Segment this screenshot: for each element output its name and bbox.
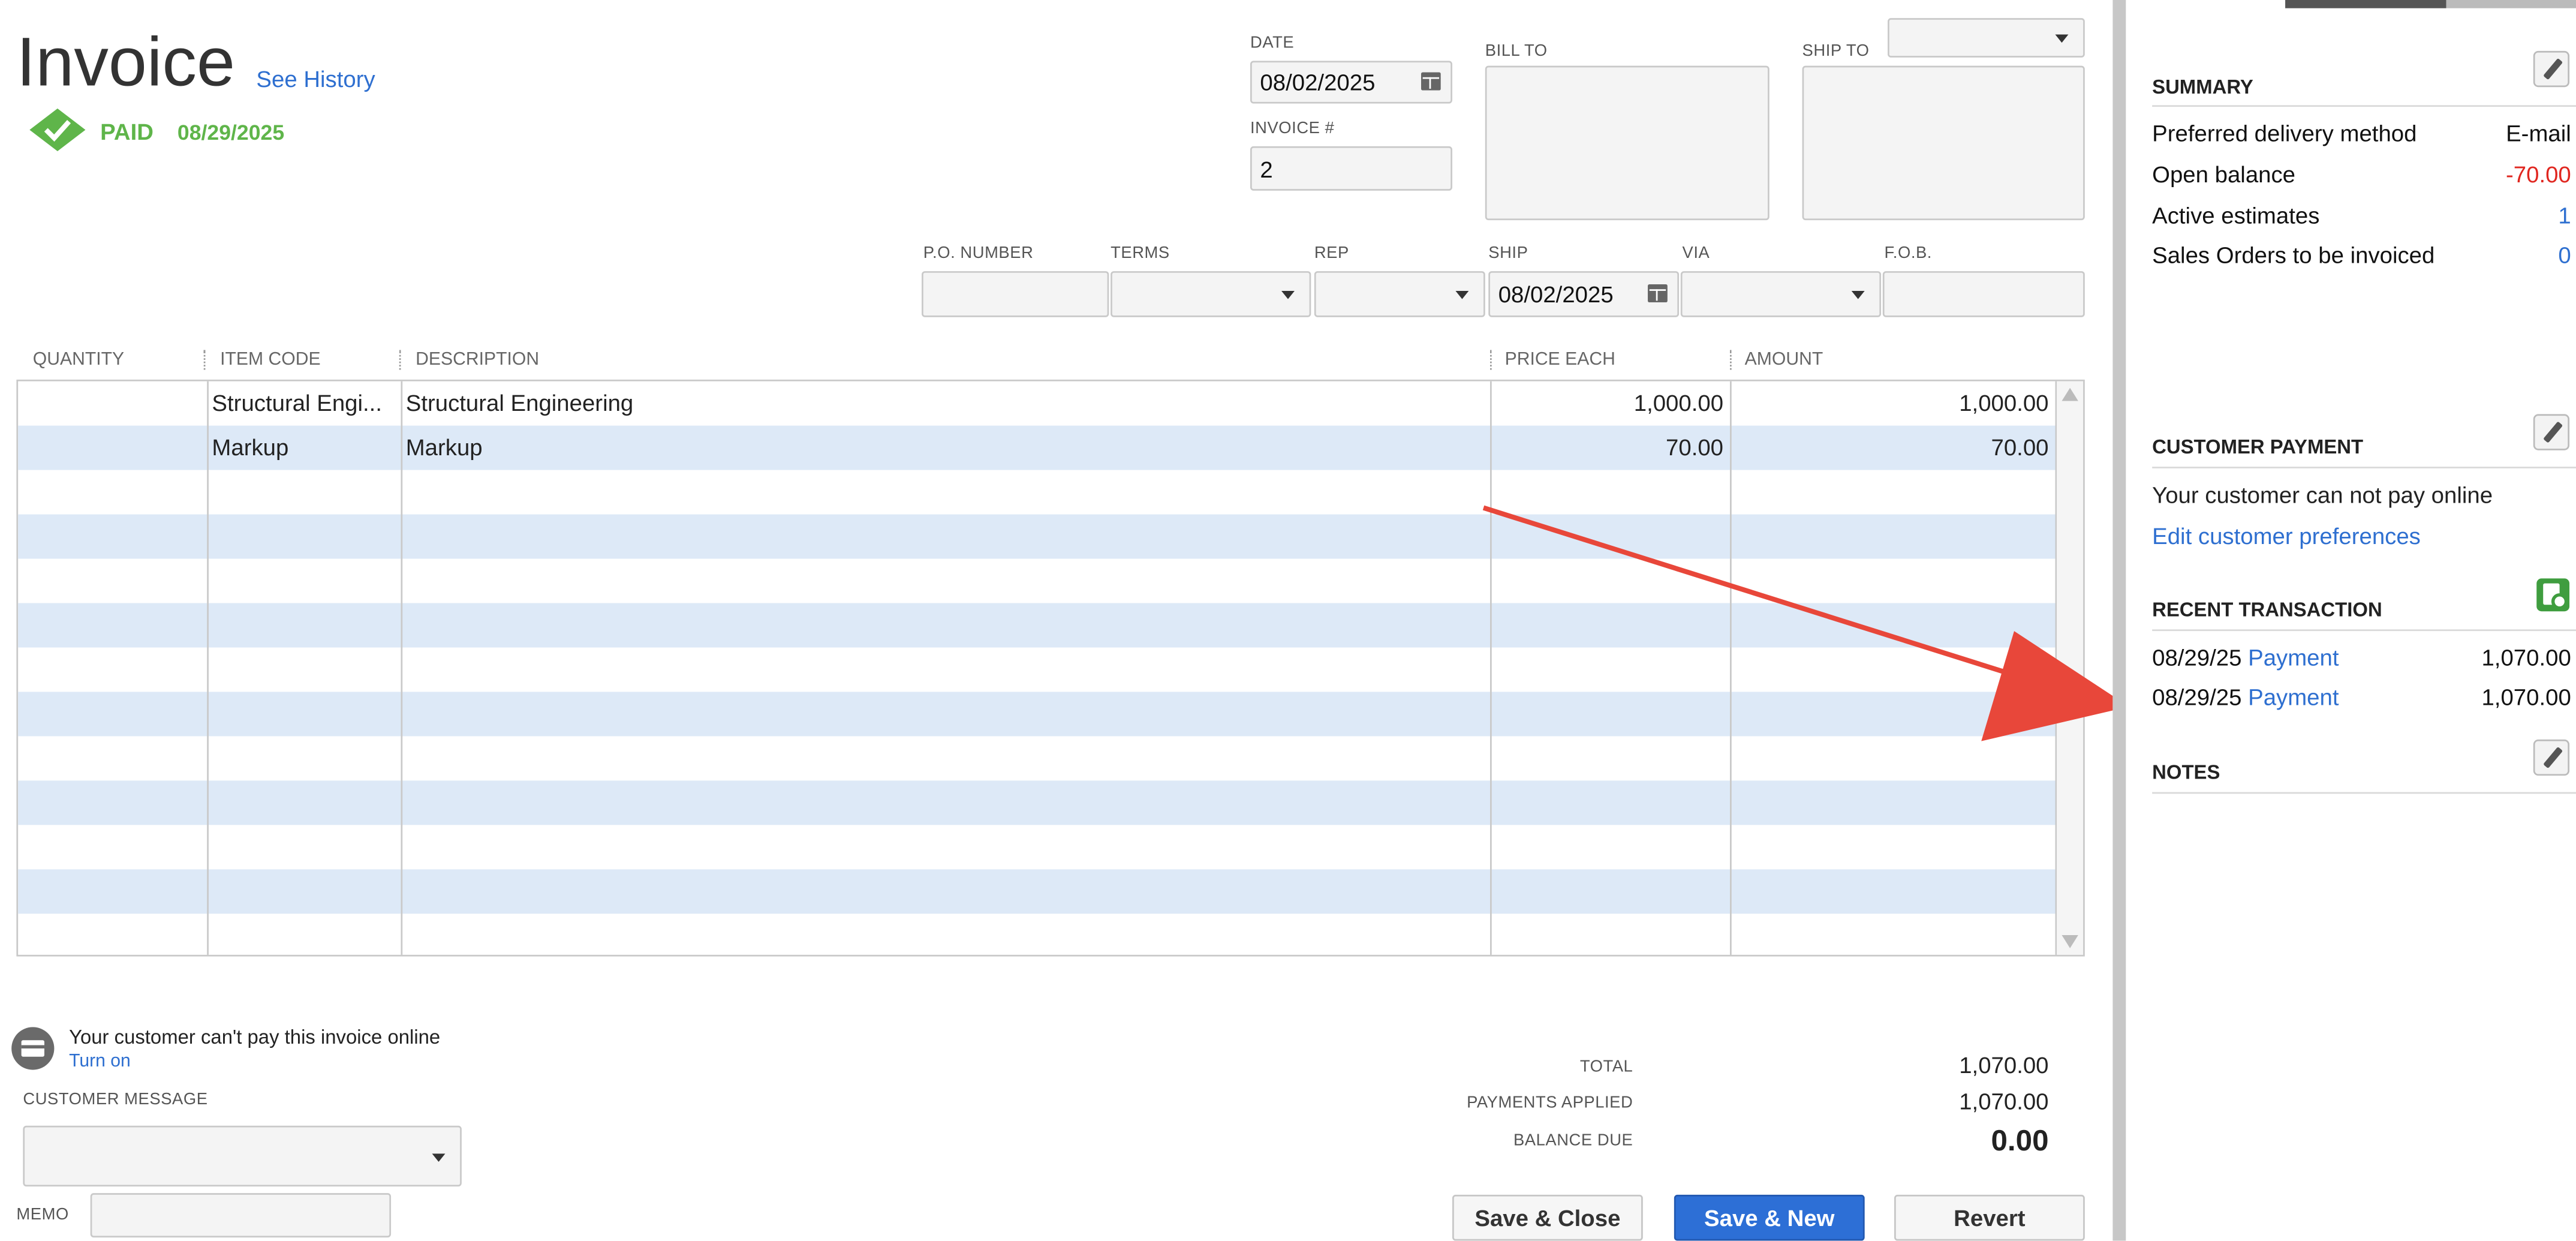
recent-transaction-heading: RECENT TRANSACTION [2152, 598, 2382, 621]
summary-value[interactable]: 0 [2558, 242, 2571, 268]
recent-transaction-row[interactable]: 08/29/25 Payment 1,070.00 [2152, 684, 2571, 710]
summary-value: E-mail [2506, 120, 2571, 146]
memo-field[interactable] [90, 1193, 392, 1238]
save-close-button[interactable]: Save & Close [1452, 1194, 1643, 1241]
summary-row-sales-orders: Sales Orders to be invoiced 0 [2152, 241, 2571, 268]
turn-on-link[interactable]: Turn on [69, 1051, 131, 1071]
summary-row-delivery: Preferred delivery method E-mail [2152, 120, 2571, 146]
summary-value[interactable]: -70.00 [2506, 161, 2571, 188]
edit-customer-preferences-link[interactable]: Edit customer preferences [2152, 522, 2421, 549]
report-icon[interactable] [2536, 578, 2570, 612]
payments-applied-label: PAYMENTS APPLIED [1467, 1094, 1633, 1113]
customer-message-dropdown[interactable] [23, 1125, 462, 1187]
panel-tab[interactable] [2446, 0, 2576, 8]
panel-tab-active[interactable] [2285, 0, 2446, 8]
notes-heading: NOTES [2152, 761, 2220, 784]
credit-card-icon [11, 1027, 55, 1070]
online-payment-notice: Your customer can't pay this invoice onl… [69, 1025, 441, 1048]
balance-due-label: BALANCE DUE [1513, 1132, 1633, 1150]
revert-button[interactable]: Revert [1894, 1194, 2085, 1241]
balance-due-value: 0.00 [1991, 1124, 2049, 1157]
payments-applied-value: 1,070.00 [1959, 1087, 2049, 1114]
customer-side-panel: SUMMARY Preferred delivery method E-mail… [2112, 0, 2576, 1241]
invoice-window: Invoice See History PAID 08/29/2025 DATE… [0, 0, 2576, 1241]
edit-summary-pencil-icon[interactable] [2533, 50, 2570, 88]
total-value: 1,070.00 [1959, 1051, 2049, 1078]
save-new-button[interactable]: Save & New [1674, 1194, 1865, 1241]
payment-link[interactable]: Payment [2248, 684, 2339, 710]
payment-status-text: Your customer can not pay online [2152, 481, 2493, 508]
customer-message-label: CUSTOMER MESSAGE [23, 1091, 208, 1110]
memo-label: MEMO [16, 1206, 69, 1225]
edit-payment-pencil-icon[interactable] [2533, 414, 2570, 450]
payment-link[interactable]: Payment [2248, 644, 2339, 671]
edit-notes-pencil-icon[interactable] [2533, 739, 2570, 776]
summary-row-open-balance: Open balance -70.00 [2152, 161, 2571, 188]
summary-value[interactable]: 1 [2558, 202, 2571, 229]
customer-payment-heading: CUSTOMER PAYMENT [2152, 435, 2364, 459]
recent-transaction-row[interactable]: 08/29/25 Payment 1,070.00 [2152, 644, 2571, 671]
summary-row-active-estimates: Active estimates 1 [2152, 202, 2571, 229]
total-label: TOTAL [1579, 1058, 1633, 1077]
summary-heading: SUMMARY [2152, 76, 2253, 99]
